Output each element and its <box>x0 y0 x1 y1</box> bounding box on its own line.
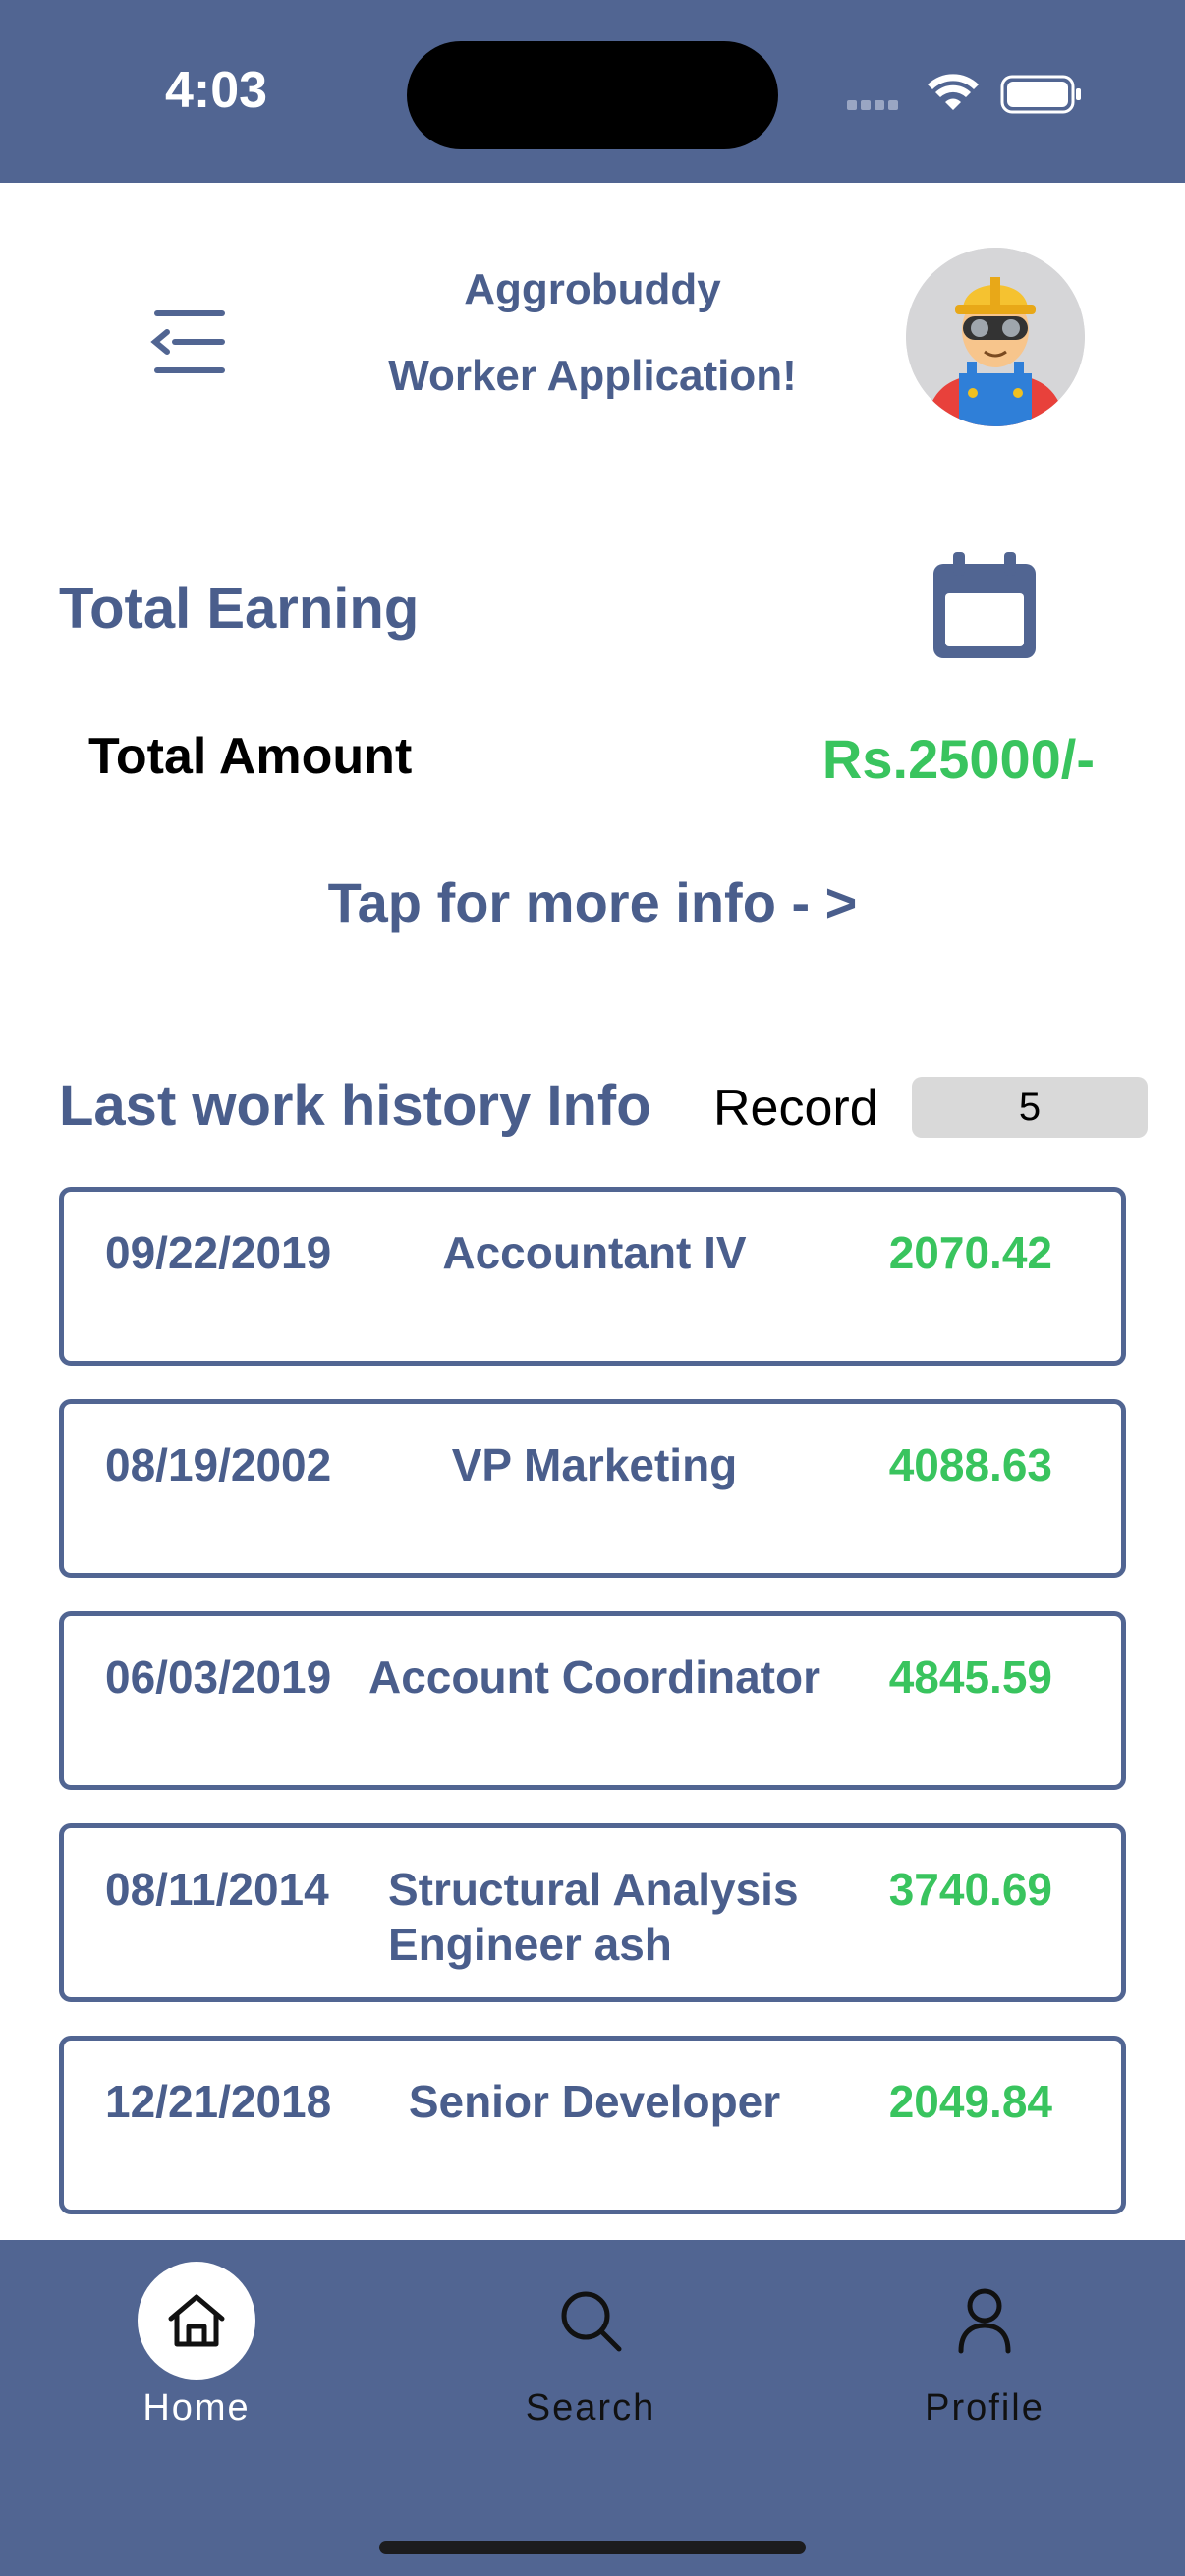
bottom-tab-bar: Home Search Profile <box>0 2240 1185 2576</box>
status-bar: 4:03 <box>0 0 1185 183</box>
calendar-icon <box>933 552 1036 658</box>
search-icon-wrap <box>532 2262 649 2380</box>
menu-button[interactable] <box>138 293 236 391</box>
row-date: 09/22/2019 <box>105 1227 332 1278</box>
search-icon <box>561 2291 622 2352</box>
history-row[interactable]: 08/19/2002 VP Marketing 4088.63 <box>59 1399 1126 1578</box>
total-amount-label: Total Amount <box>88 728 413 785</box>
row-title: Accountant IV <box>442 1227 747 1278</box>
home-indicator <box>379 2541 806 2554</box>
row-date: 06/03/2019 <box>105 1652 332 1703</box>
row-date: 08/19/2002 <box>105 1439 332 1490</box>
signal-icon <box>847 100 898 110</box>
history-row[interactable]: 06/03/2019 Account Coordinator 4845.59 <box>59 1611 1126 1790</box>
history-row[interactable]: 09/22/2019 Accountant IV 2070.42 <box>59 1187 1126 1366</box>
record-count-field[interactable]: 5 <box>912 1077 1148 1138</box>
tab-label: Profile <box>925 2387 1044 2429</box>
status-time: 4:03 <box>165 62 268 119</box>
more-info-link[interactable]: Tap for more info - > <box>0 870 1185 934</box>
row-title: Account Coordinator <box>368 1652 820 1703</box>
profile-icon-wrap <box>926 2262 1044 2380</box>
home-icon <box>168 2294 225 2347</box>
dynamic-island <box>407 41 778 149</box>
status-icons <box>847 71 1083 120</box>
tab-label: Search <box>525 2387 656 2429</box>
home-icon-wrap <box>138 2262 255 2380</box>
tab-profile[interactable]: Profile <box>837 2262 1132 2458</box>
record-label: Record <box>713 1080 878 1137</box>
app-header: Aggrobuddy Worker Application! <box>0 183 1185 497</box>
total-earning-title: Total Earning <box>59 577 420 641</box>
battery-icon <box>1000 75 1081 114</box>
worker-avatar-icon <box>906 248 1085 426</box>
row-amount: 4845.59 <box>888 1652 1052 1703</box>
row-amount: 4088.63 <box>888 1439 1052 1490</box>
app-title: Aggrobuddy <box>464 265 721 313</box>
row-title: Structural Analysis Engineer ash <box>388 1864 799 1970</box>
row-date: 12/21/2018 <box>105 2076 332 2127</box>
calendar-button[interactable] <box>928 552 1042 666</box>
history-row[interactable]: 12/21/2018 Senior Developer 2049.84 <box>59 2036 1126 2214</box>
history-row[interactable]: 08/11/2014 Structural Analysis Engineer … <box>59 1823 1126 2002</box>
tab-label: Home <box>142 2387 251 2429</box>
app-subtitle: Worker Application! <box>388 352 797 400</box>
row-amount: 2070.42 <box>888 1227 1052 1278</box>
profile-icon <box>958 2288 1011 2354</box>
tab-search[interactable]: Search <box>443 2262 738 2458</box>
row-date: 08/11/2014 <box>105 1864 329 1915</box>
row-title: Senior Developer <box>408 2076 781 2127</box>
row-amount: 2049.84 <box>888 2076 1052 2127</box>
work-history-title: Last work history Info <box>59 1074 651 1138</box>
work-history-list: 09/22/2019 Accountant IV 2070.42 08/19/2… <box>59 1187 1126 2248</box>
avatar[interactable] <box>906 248 1085 426</box>
wifi-icon <box>928 74 979 110</box>
row-title: VP Marketing <box>451 1439 738 1490</box>
total-amount-value: Rs.25000/- <box>821 728 1095 790</box>
menu-icon <box>150 310 225 373</box>
row-amount: 3740.69 <box>888 1864 1052 1915</box>
tab-home[interactable]: Home <box>49 2262 344 2458</box>
